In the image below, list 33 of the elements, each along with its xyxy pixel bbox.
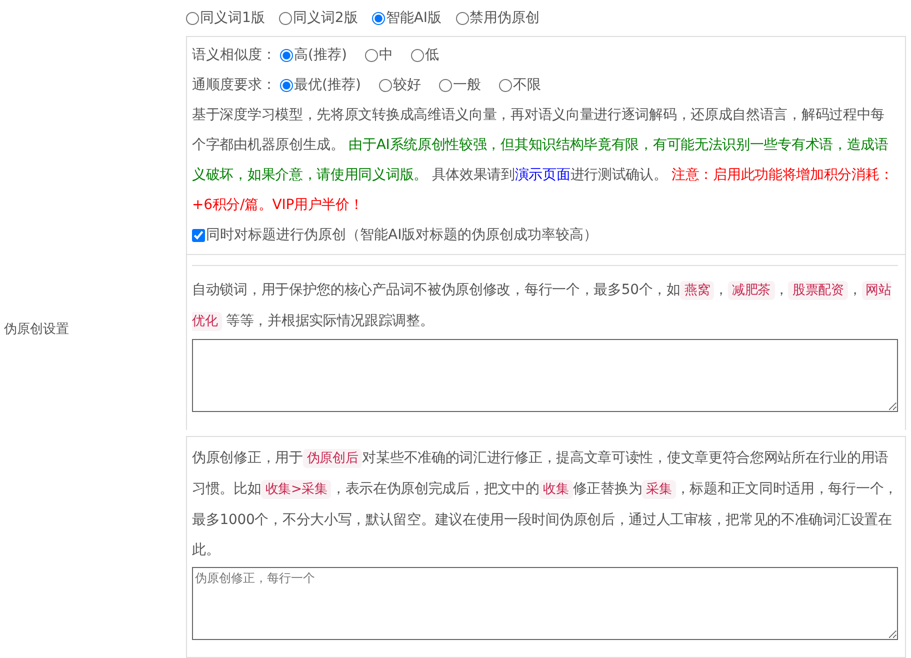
- correction-field[interactable]: 伪原创修正，每行一个: [192, 567, 898, 640]
- option-label[interactable]: 高(推荐): [294, 46, 347, 64]
- option-label[interactable]: 中: [378, 46, 393, 64]
- demo-link[interactable]: 演示页面: [514, 167, 570, 183]
- mode-label[interactable]: 禁用伪原创: [470, 9, 540, 27]
- radio-button[interactable]: [456, 12, 469, 24]
- option-label[interactable]: 不限: [512, 76, 541, 94]
- option-label[interactable]: 一般: [452, 76, 481, 94]
- settings-label: 伪原创设置: [4, 321, 69, 338]
- setting-label: 语义相似度：: [192, 46, 276, 64]
- option-label[interactable]: 较好: [392, 76, 421, 94]
- checkbox-label[interactable]: 同时对标题进行伪原创（智能AI版对标题的伪原创成功率较高）: [206, 226, 598, 244]
- auto-lock-field[interactable]: [192, 339, 898, 412]
- option-label[interactable]: 低: [424, 46, 439, 64]
- radio-button[interactable]: [498, 78, 512, 92]
- ai-description: 基于深度学习模型，先将原文转换成高维语义向量，再对语义向量进行逐词解码，还原成自然语言，解码过程中每个字都由机器原创生成。 由于AI系统原创性较强，但其知识结构毕竟有限，有可能无法识别一些专有术语，造成语义破坏，如果介意，请使用同义词版。 具体效果请到演示页面进行测试确认。 注意：启用此功能将增加积分消耗：+6积分/篇。VIP用户半价！: [192, 106, 894, 215]
- mode-label[interactable]: 同义词1版: [200, 9, 265, 27]
- radio-button[interactable]: [280, 78, 293, 92]
- radio-button[interactable]: [438, 78, 452, 92]
- checkbox[interactable]: [192, 228, 205, 242]
- setting-label: 通顺度要求：: [192, 76, 276, 94]
- radio-button[interactable]: [410, 48, 424, 62]
- auto-lock-description: 自动锁词，用于保护您的核心产品词不被伪原创修改，每行一个，最多50个，如 燕窝 ， 减肥茶 ， 股票配资 ， 网站优化 等等，并根据实际情况跟踪调整。: [192, 280, 892, 333]
- radio-button[interactable]: [378, 78, 392, 92]
- option-label[interactable]: 最优(推荐): [294, 76, 361, 94]
- radio-button[interactable]: [364, 48, 378, 62]
- radio-button[interactable]: [186, 12, 199, 24]
- radio-button[interactable]: [278, 12, 292, 24]
- radio-button[interactable]: [280, 48, 293, 62]
- radio-button[interactable]: [372, 12, 385, 24]
- mode-label[interactable]: 智能AI版: [386, 9, 442, 27]
- mode-label[interactable]: 同义词2版: [292, 9, 358, 27]
- correction-description: 伪原创修正，用于 伪原创后 对某些不准确的词汇进行修正，提高文章可读性，使文章更符合您网站所在行业的用语习惯。比如 收集>采集 ，表示在伪原创完成后，把文中的 收集 修正替换为 采集 ，标题和正文同时适用，每行一个，最多1000个，不分大小写，默认留空。建议在使用一段时间伪原创后，通过人工审核，把常见的不准确词汇设置在此。: [192, 448, 898, 560]
